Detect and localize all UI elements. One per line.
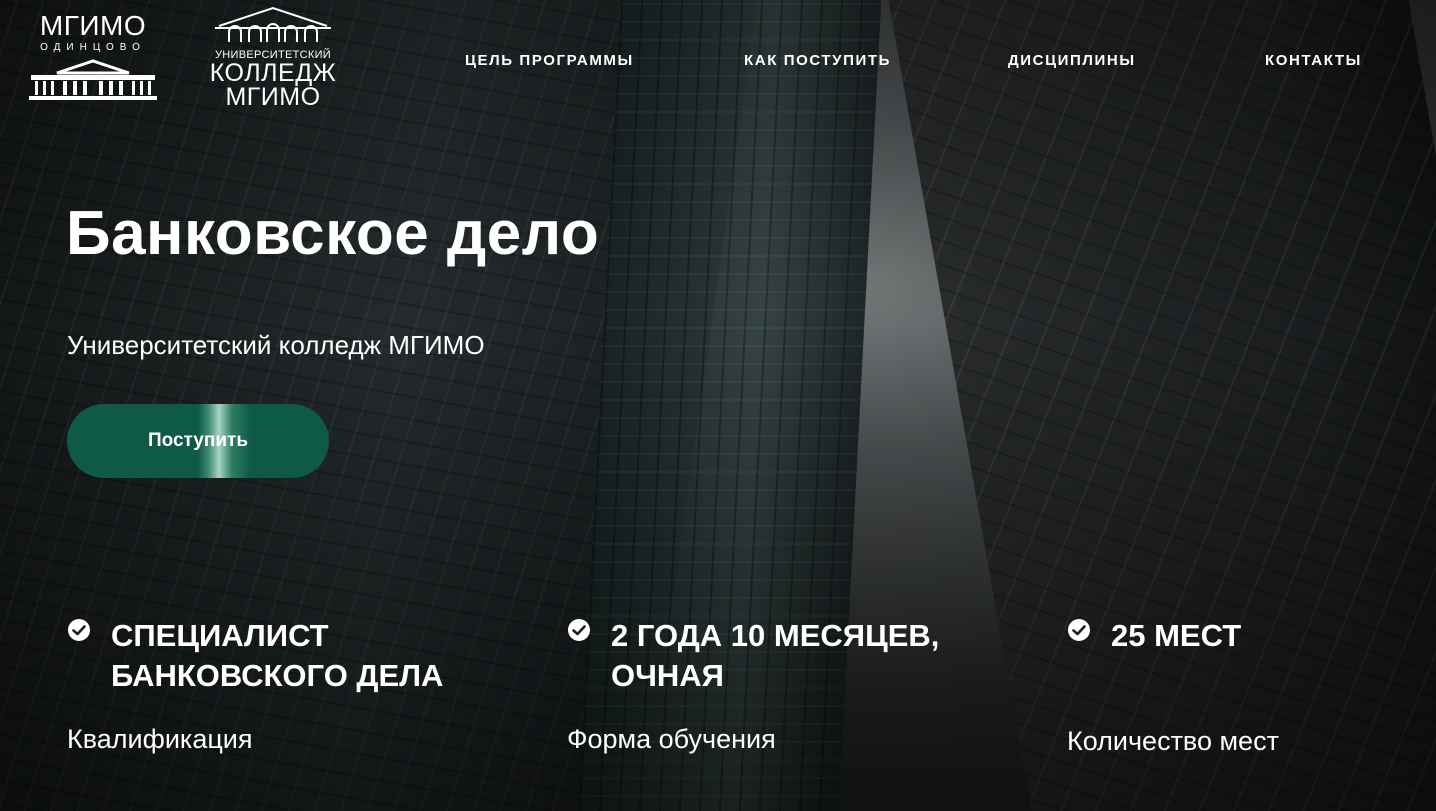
- logo-title: МГИМО: [39, 10, 147, 41]
- nav-program-goal[interactable]: ЦЕЛЬ ПРОГРАММЫ: [465, 52, 634, 69]
- feature-label: Количество мест: [1067, 726, 1279, 756]
- nav-disciplines[interactable]: ДИСЦИПЛИНЫ: [1008, 52, 1136, 69]
- check-circle-icon: [1068, 619, 1090, 641]
- apply-button[interactable]: Поступить: [67, 404, 329, 478]
- check-circle-icon: [568, 619, 590, 641]
- feature-value-line-1: СПЕЦИАЛИСТ: [111, 618, 329, 653]
- feature-label: Квалификация: [67, 724, 253, 754]
- feature-value: 2 ГОДА 10 МЕСЯЦЕВ, ОЧНАЯ: [611, 616, 939, 696]
- feature-value: 25 МЕСТ: [1111, 616, 1241, 656]
- page-subtitle: Университетский колледж МГИМО: [67, 330, 485, 360]
- nav-how-to-apply[interactable]: КАК ПОСТУПИТЬ: [744, 52, 891, 69]
- feature-label: Форма обучения: [567, 724, 776, 754]
- check-circle-icon: [68, 619, 90, 641]
- feature-value: СПЕЦИАЛИСТ БАНКОВСКОГО ДЕЛА: [111, 616, 443, 696]
- feature-value-line-2: ОЧНАЯ: [611, 658, 724, 693]
- main-nav: ЦЕЛЬ ПРОГРАММЫ КАК ПОСТУПИТЬ ДИСЦИПЛИНЫ …: [0, 52, 1436, 72]
- arches-icon: [215, 6, 331, 42]
- page-title: Банковское дело: [66, 199, 600, 268]
- logo-line-3: МГИМО: [225, 83, 321, 111]
- feature-value-line-1: 2 ГОДА 10 МЕСЯЦЕВ,: [611, 618, 940, 653]
- feature-value-line-1: 25 МЕСТ: [1111, 618, 1242, 653]
- feature-value-line-2: БАНКОВСКОГО ДЕЛА: [111, 658, 444, 693]
- nav-contacts[interactable]: КОНТАКТЫ: [1265, 52, 1362, 69]
